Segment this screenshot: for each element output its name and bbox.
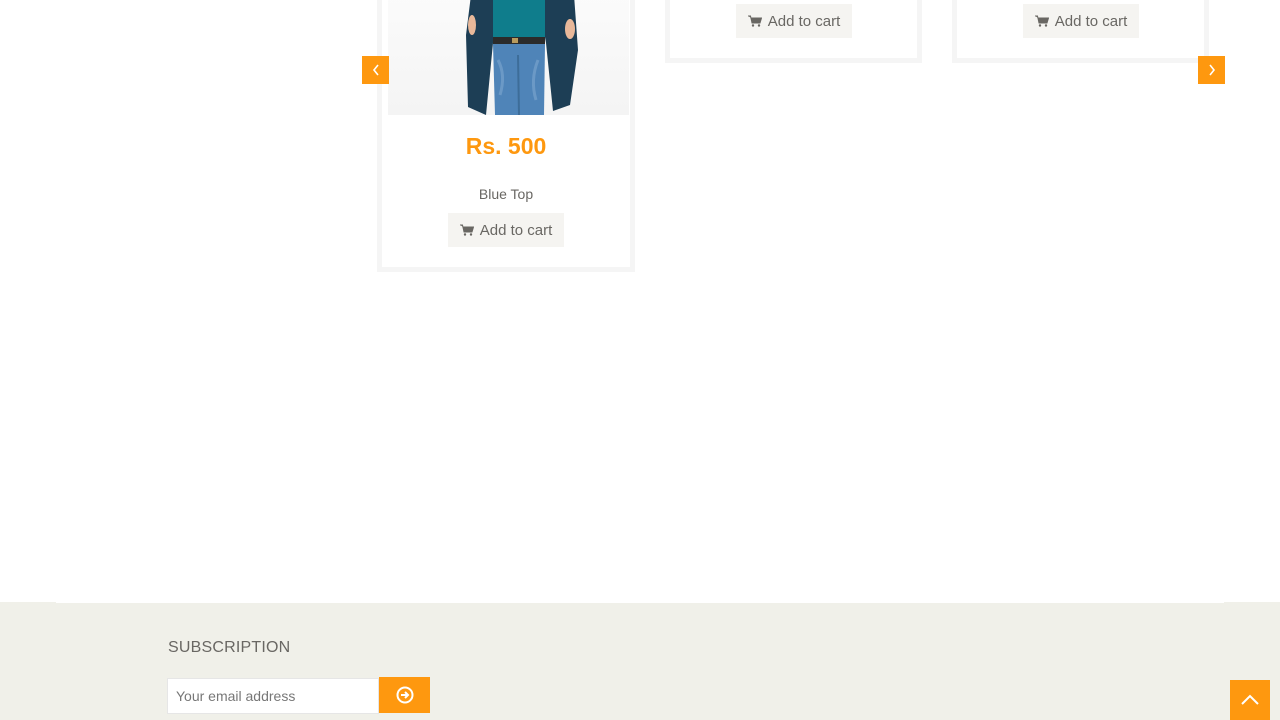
product-card: Add to cart bbox=[952, 0, 1209, 63]
add-to-cart-button[interactable]: Add to cart bbox=[448, 213, 564, 247]
footer-divider bbox=[56, 602, 1224, 603]
chevron-right-icon bbox=[1208, 64, 1215, 76]
product-card: Rs. 500 Blue Top Add to cart bbox=[377, 0, 635, 272]
add-to-cart-label: Add to cart bbox=[1054, 12, 1128, 30]
product-card: Add to cart bbox=[665, 0, 922, 63]
scroll-up-button[interactable] bbox=[1230, 680, 1270, 720]
product-price: Rs. 500 bbox=[465, 133, 547, 159]
carousel-next-button[interactable] bbox=[1198, 56, 1225, 84]
subscribe-email-input[interactable] bbox=[167, 678, 379, 714]
add-to-cart-label: Add to cart bbox=[767, 12, 841, 30]
page: Rs. 500 Blue Top Add to cart Add to cart bbox=[0, 0, 1280, 720]
subscription-title: SUBSCRIPTION bbox=[168, 639, 291, 656]
add-to-cart-button[interactable]: Add to cart bbox=[1023, 4, 1139, 38]
arrow-circle-right-icon bbox=[396, 686, 413, 704]
shopping-cart-icon bbox=[459, 224, 474, 236]
product-image bbox=[388, 0, 629, 115]
shopping-cart-icon bbox=[1034, 15, 1049, 27]
blue-top-model-image bbox=[466, 0, 578, 115]
add-to-cart-label: Add to cart bbox=[479, 221, 553, 239]
carousel-prev-button[interactable] bbox=[362, 56, 389, 84]
product-name: Blue Top bbox=[478, 186, 534, 202]
add-to-cart-button[interactable]: Add to cart bbox=[736, 4, 852, 38]
footer: SUBSCRIPTION bbox=[0, 602, 1280, 720]
chevron-left-icon bbox=[372, 64, 379, 76]
chevron-up-icon bbox=[1241, 694, 1259, 705]
subscribe-button[interactable] bbox=[379, 677, 430, 713]
shopping-cart-icon bbox=[747, 15, 762, 27]
